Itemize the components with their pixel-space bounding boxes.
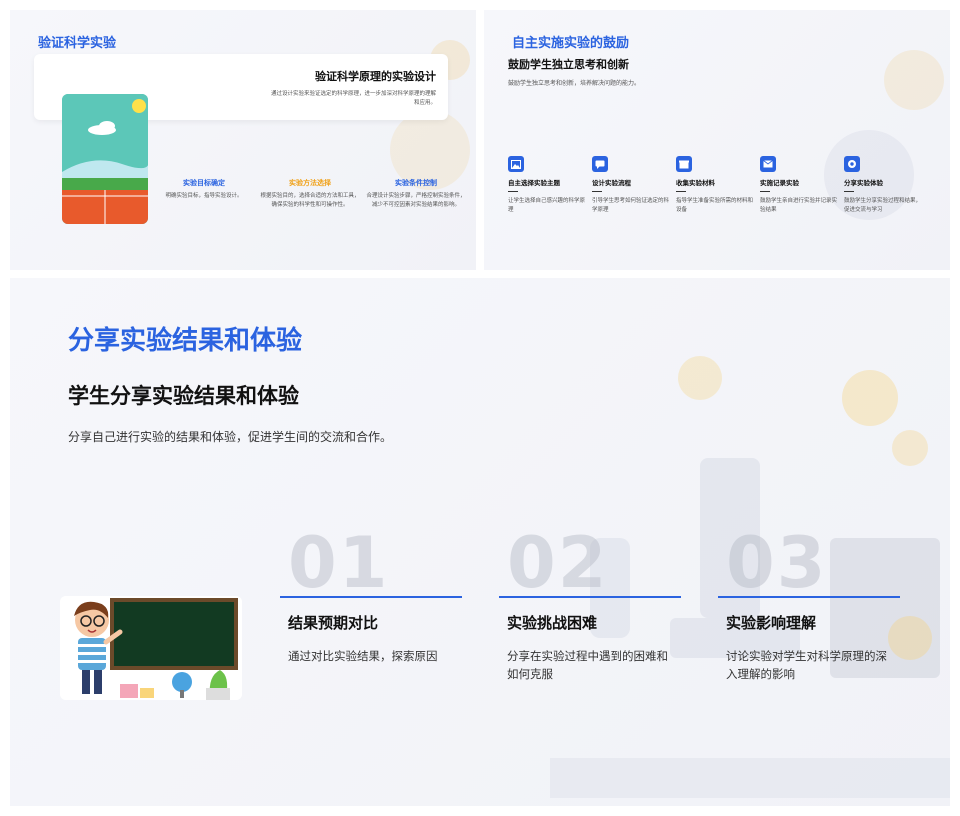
feature-title: 实验方法选择 xyxy=(289,179,331,187)
column-text: 通过对比实验结果，探索原因 xyxy=(288,649,438,663)
target-icon xyxy=(844,156,860,172)
feature-item: 实验目标确定 明确实验目标，指导实验设计。 xyxy=(154,178,254,201)
column-title: 结果预期对比 xyxy=(288,614,379,632)
slide-title: 验证科学实验 xyxy=(38,36,117,51)
slide-share-results: 分享实验结果和体验 学生分享实验结果和体验 分享自己进行实验的结果和体验，促进学… xyxy=(10,278,950,806)
feature-text: 明确实验目标，指导实验设计。 xyxy=(165,193,243,199)
feature-item: 实验方法选择 根据实验目的，选择合适的方法和工具，确保实验的科学性和可操作性。 xyxy=(260,178,360,210)
step-text: 指导学生准备实验所需的材料和设备 xyxy=(676,198,754,213)
step-title: 分享实验体验 xyxy=(844,179,883,187)
slide-verify-experiment: 验证科学实验 验证科学原理的实验设计 通过设计实验来验证选定的科学原理，进一步加… xyxy=(10,10,476,270)
column-text: 分享在实验过程中遇到的困难和如何克服 xyxy=(507,649,668,681)
card-text: 通过设计实验来验证选定的科学原理，进一步加深对科学原理的理解和应用。 xyxy=(270,91,436,106)
step-item: 分享实验体验 鼓励学生分享实验过程和结果，促进交流与学习 xyxy=(844,156,922,215)
step-text: 鼓励学生亲自进行实验并记录实验结果 xyxy=(760,198,838,213)
slide-subtitle: 鼓励学生独立思考和创新 xyxy=(508,58,629,71)
slide-title: 自主实施实验的鼓励 xyxy=(512,36,630,51)
chat-icon xyxy=(592,156,608,172)
column-title: 实验影响理解 xyxy=(726,614,817,632)
step-title: 收集实验材料 xyxy=(676,179,715,187)
feature-text: 根据实验目的，选择合适的方法和工具，确保实验的科学性和可操作性。 xyxy=(260,193,360,208)
step-text: 让学生选择自己感兴趣的科学原理 xyxy=(508,198,586,213)
teacher-illustration xyxy=(60,596,242,700)
feature-text: 合理设计实验步骤，严格控制实验条件，减少不可控因素对实验结果的影响。 xyxy=(366,193,466,208)
column-text: 讨论实验对学生对科学原理的深入理解的影响 xyxy=(726,649,887,681)
image-icon xyxy=(508,156,524,172)
step-title: 实施记录实验 xyxy=(760,179,799,187)
result-column: 01 结果预期对比 通过对比实验结果，探索原因 xyxy=(280,522,462,665)
step-item: 收集实验材料 指导学生准备实验所需的材料和设备 xyxy=(676,156,754,215)
column-number: 02 xyxy=(507,522,609,604)
slide-encourage-experiment: 自主实施实验的鼓励 鼓励学生独立思考和创新 鼓励学生独立思考和创新，培养解决问题… xyxy=(484,10,950,270)
result-column: 03 实验影响理解 讨论实验对学生对科学原理的深入理解的影响 xyxy=(718,522,900,683)
step-title: 自主选择实验主题 xyxy=(508,179,560,187)
step-item: 设计实验流程 引导学生思考如何验证选定的科学原理 xyxy=(592,156,670,215)
column-title: 实验挑战困难 xyxy=(507,614,598,632)
step-item: 自主选择实验主题 让学生选择自己感兴趣的科学原理 xyxy=(508,156,586,215)
mail-icon xyxy=(760,156,776,172)
feature-title: 实验条件控制 xyxy=(395,179,437,187)
column-number: 01 xyxy=(288,522,390,604)
field-illustration xyxy=(62,94,148,224)
result-column: 02 实验挑战困难 分享在实验过程中遇到的困难和如何克服 xyxy=(499,522,681,683)
slide-desc: 分享自己进行实验的结果和体验，促进学生间的交流和合作。 xyxy=(68,430,393,444)
feature-item: 实验条件控制 合理设计实验步骤，严格控制实验条件，减少不可控因素对实验结果的影响… xyxy=(366,178,466,210)
column-number: 03 xyxy=(726,522,828,604)
step-text: 引导学生思考如何验证选定的科学原理 xyxy=(592,198,670,213)
card-heading: 验证科学原理的实验设计 xyxy=(315,70,436,83)
step-item: 实施记录实验 鼓励学生亲自进行实验并记录实验结果 xyxy=(760,156,838,215)
slide-subtitle: 学生分享实验结果和体验 xyxy=(68,384,299,408)
step-text: 鼓励学生分享实验过程和结果，促进交流与学习 xyxy=(844,198,922,213)
step-title: 设计实验流程 xyxy=(592,179,631,187)
slide-title: 分享实验结果和体验 xyxy=(68,326,303,356)
box-icon xyxy=(676,156,692,172)
feature-title: 实验目标确定 xyxy=(183,179,225,187)
slide-desc: 鼓励学生独立思考和创新，培养解决问题的能力。 xyxy=(508,80,641,87)
